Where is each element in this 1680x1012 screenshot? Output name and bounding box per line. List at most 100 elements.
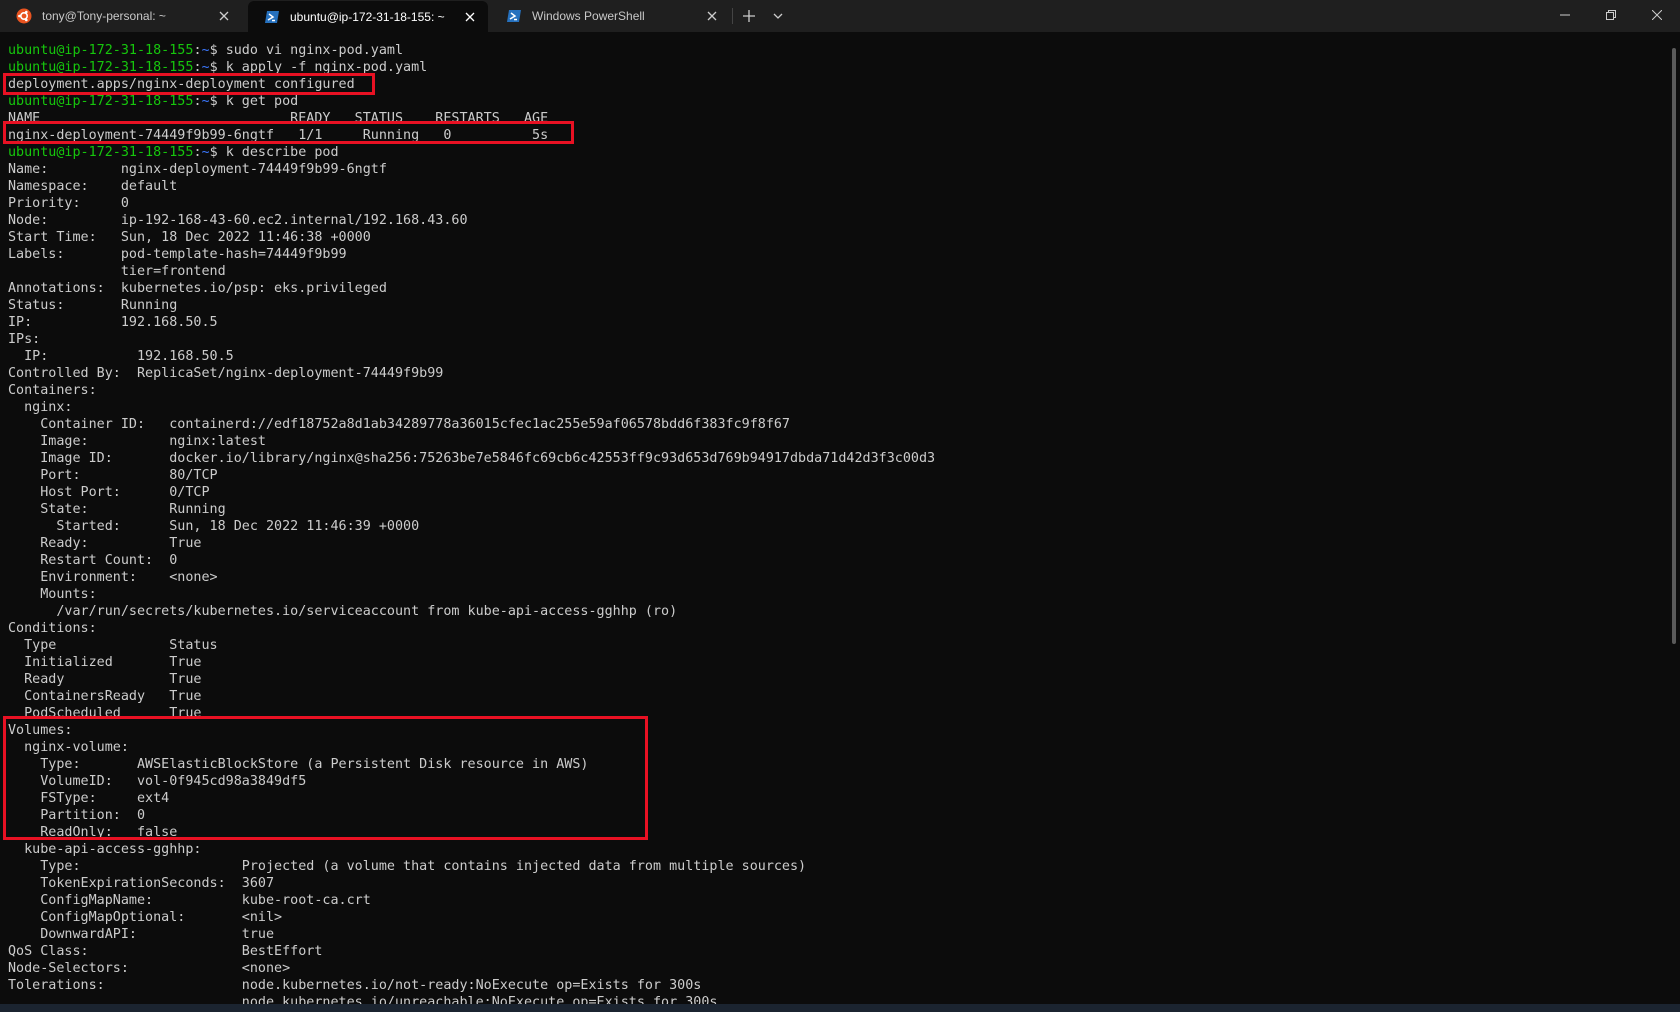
prompt-separator: : [193, 94, 202, 109]
output-text: Tolerations: node.kubernetes.io/not-read… [8, 978, 702, 993]
tab-separator [732, 8, 733, 24]
output-text: Status: Running [8, 298, 178, 313]
output-line: node.kubernetes.io/unreachable:NoExecute… [8, 994, 718, 1004]
output-text: Image: nginx:latest [8, 434, 266, 449]
output-line: /var/run/secrets/kubernetes.io/serviceac… [8, 603, 677, 620]
output-line: QoS Class: BestEffort [8, 943, 322, 960]
prompt-line: ubuntu@ip-172-31-18-155:~$ k get pod [8, 93, 298, 110]
output-text: Host Port: 0/TCP [8, 485, 210, 500]
tab-bar: tony@Tony-personal: ~ ubuntu@ip-172-31-1… [0, 0, 1680, 32]
taskbar-strip [0, 1004, 1680, 1012]
output-line: ContainersReady True [8, 688, 201, 705]
output-text: Node-Selectors: <none> [8, 961, 291, 976]
output-text: IPs: [8, 332, 41, 347]
close-icon[interactable] [216, 8, 232, 24]
output-text: TokenExpirationSeconds: 3607 [8, 876, 275, 891]
output-text: Priority: 0 [8, 196, 129, 211]
output-text: Labels: pod-template-hash=74449f9b99 [8, 247, 347, 262]
output-text: Ready True [8, 672, 202, 687]
output-text: IP: 192.168.50.5 [8, 315, 218, 330]
tab-windows-powershell[interactable]: Windows PowerShell [490, 0, 730, 32]
scrollbar[interactable] [1672, 48, 1676, 644]
output-line: Conditions: [8, 620, 97, 637]
output-text: State: Running [8, 502, 226, 517]
output-line: Name: nginx-deployment-74449f9b99-6ngtf [8, 161, 387, 178]
prompt-symbol: $ [209, 145, 226, 160]
minimize-button[interactable] [1542, 0, 1588, 30]
tab-dropdown-button[interactable] [764, 0, 792, 32]
output-line: Container ID: containerd://edf18752a8d1a… [8, 416, 790, 433]
output-text: node.kubernetes.io/unreachable:NoExecute… [8, 995, 718, 1004]
output-line: Ready True [8, 671, 201, 688]
command-text: k describe pod [225, 145, 339, 160]
output-text: Name: nginx-deployment-74449f9b99-6ngtf [8, 162, 387, 177]
output-text: QoS Class: BestEffort [8, 944, 323, 959]
output-line: Host Port: 0/TCP [8, 484, 210, 501]
prompt-user-host: ubuntu@ip-172-31-18-155 [8, 94, 194, 109]
output-text: DownwardAPI: true [8, 927, 275, 942]
prompt-separator: : [193, 43, 202, 58]
output-text: Environment: <none> [8, 570, 218, 585]
output-text: IP: 192.168.50.5 [8, 349, 234, 364]
output-text: Image ID: docker.io/library/nginx@sha256… [8, 451, 936, 466]
output-text: Restart Count: 0 [8, 553, 178, 568]
output-line: Image ID: docker.io/library/nginx@sha256… [8, 450, 935, 467]
output-line: IP: 192.168.50.5 [8, 348, 234, 365]
output-line: TokenExpirationSeconds: 3607 [8, 875, 274, 892]
output-text: ContainersReady True [8, 689, 202, 704]
tab-ubuntu-remote[interactable]: ubuntu@ip-172-31-18-155: ~ [248, 1, 488, 32]
output-text: ConfigMapOptional: <nil> [8, 910, 283, 925]
output-text: nginx: [8, 400, 73, 415]
output-line: IPs: [8, 331, 40, 348]
powershell-icon [506, 8, 522, 24]
output-text: Conditions: [8, 621, 97, 636]
output-text: Containers: [8, 383, 97, 398]
command-text: sudo vi nginx-pod.yaml [225, 43, 404, 58]
output-line: Priority: 0 [8, 195, 129, 212]
prompt-user-host: ubuntu@ip-172-31-18-155 [8, 43, 194, 58]
new-tab-button[interactable] [735, 0, 763, 32]
close-icon [1652, 10, 1662, 20]
output-line: nginx: [8, 399, 73, 416]
terminal-output[interactable]: ubuntu@ip-172-31-18-155:~$ sudo vi nginx… [0, 32, 1664, 1004]
output-line: Node-Selectors: <none> [8, 960, 290, 977]
restore-icon [1606, 10, 1616, 20]
output-line: Tolerations: node.kubernetes.io/not-read… [8, 977, 701, 994]
output-text: kube-api-access-gghhp: [8, 842, 202, 857]
output-line: Ready: True [8, 535, 201, 552]
prompt-line: ubuntu@ip-172-31-18-155:~$ sudo vi nginx… [8, 42, 403, 59]
prompt-symbol: $ [209, 94, 226, 109]
output-line: Namespace: default [8, 178, 177, 195]
output-text: Port: 80/TCP [8, 468, 218, 483]
plus-icon [743, 10, 755, 22]
tab-title: Windows PowerShell [532, 9, 645, 23]
output-text: Ready: True [8, 536, 202, 551]
output-text: Type Status [8, 638, 218, 653]
close-icon[interactable] [704, 8, 720, 24]
output-line: Containers: [8, 382, 97, 399]
output-line: DownwardAPI: true [8, 926, 274, 943]
output-line: Mounts: [8, 586, 96, 603]
tab-title: tony@Tony-personal: ~ [42, 9, 166, 23]
close-window-button[interactable] [1634, 0, 1680, 30]
output-text: Namespace: default [8, 179, 178, 194]
highlight-box-pod-row [3, 121, 574, 144]
output-line: Labels: pod-template-hash=74449f9b99 [8, 246, 347, 263]
close-icon[interactable] [462, 9, 478, 25]
highlight-box-volumes [3, 716, 648, 840]
highlight-box-apply-result [3, 73, 375, 95]
output-line: Started: Sun, 18 Dec 2022 11:46:39 +0000 [8, 518, 419, 535]
output-line: Start Time: Sun, 18 Dec 2022 11:46:38 +0… [8, 229, 371, 246]
restore-button[interactable] [1588, 0, 1634, 30]
ubuntu-icon [16, 8, 32, 24]
tab-title: ubuntu@ip-172-31-18-155: ~ [290, 9, 445, 24]
output-line: State: Running [8, 501, 226, 518]
output-line: ConfigMapName: kube-root-ca.crt [8, 892, 371, 909]
tab-ubuntu-local[interactable]: tony@Tony-personal: ~ [0, 0, 242, 32]
prompt-path: ~ [201, 145, 210, 160]
output-line: Port: 80/TCP [8, 467, 218, 484]
output-line: IP: 192.168.50.5 [8, 314, 218, 331]
output-text: Start Time: Sun, 18 Dec 2022 11:46:38 +0… [8, 230, 371, 245]
output-line: Controlled By: ReplicaSet/nginx-deployme… [8, 365, 443, 382]
output-line: Node: ip-192-168-43-60.ec2.internal/192.… [8, 212, 468, 229]
